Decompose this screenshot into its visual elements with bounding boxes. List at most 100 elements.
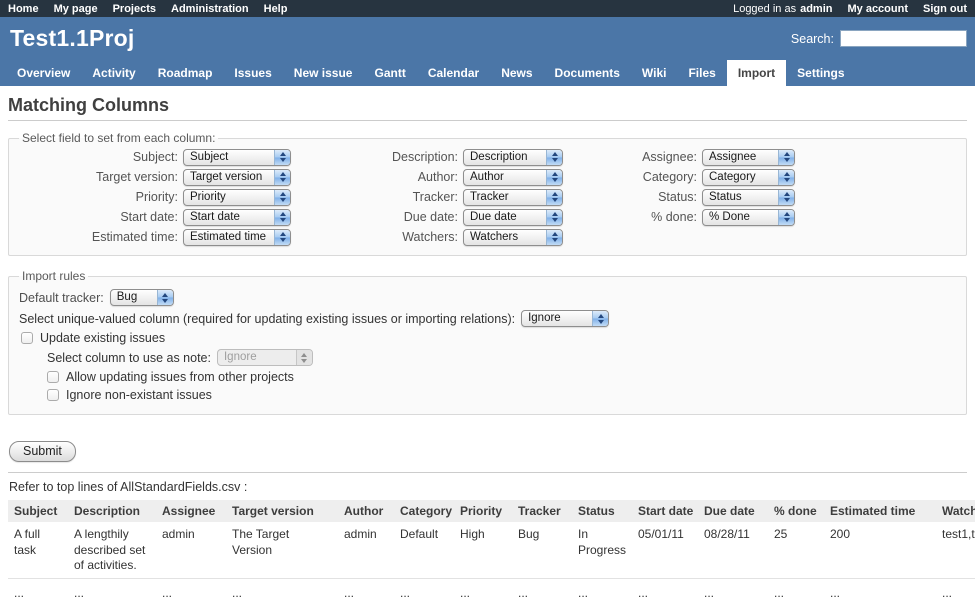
unique-column-select-value: Ignore — [522, 311, 592, 326]
default-tracker-label: Default tracker: — [19, 291, 104, 305]
import-rules-legend: Import rules — [19, 269, 88, 283]
status-select[interactable]: Status — [702, 189, 795, 206]
author-select[interactable]: Author — [463, 169, 563, 186]
tracker-select-value: Tracker — [464, 190, 546, 205]
field-subject: Subject: Subject — [19, 147, 291, 167]
select-stepper-icon — [778, 170, 794, 185]
field-target-version: Target version: Target version — [19, 167, 291, 187]
cell-tracker: Bug — [512, 522, 572, 578]
top-menu-projects[interactable]: Projects — [113, 3, 156, 15]
cell-ellipsis: ... — [824, 578, 936, 605]
assignee-select-value: Assignee — [703, 150, 778, 165]
tab-activity[interactable]: Activity — [81, 60, 146, 86]
refer-text: Refer to top lines of AllStandardFields.… — [9, 480, 967, 494]
field-category: Category: Category — [563, 167, 835, 187]
subject-select[interactable]: Subject — [183, 149, 291, 166]
select-stepper-icon — [778, 150, 794, 165]
watchers-select[interactable]: Watchers — [463, 229, 563, 246]
unique-column-select[interactable]: Ignore — [521, 310, 609, 327]
due-date-label: Due date: — [404, 210, 458, 224]
field-due-date: Due date: Due date — [291, 207, 563, 227]
tab-documents[interactable]: Documents — [544, 60, 631, 86]
tab-import[interactable]: Import — [727, 60, 786, 86]
watchers-label: Watchers: — [402, 230, 458, 244]
select-stepper-icon — [778, 210, 794, 225]
top-menu-my-page[interactable]: My page — [54, 3, 98, 15]
priority-label: Priority: — [136, 190, 178, 204]
category-select[interactable]: Category — [702, 169, 795, 186]
col-header-subject: Subject — [8, 500, 68, 522]
select-stepper-icon — [274, 230, 290, 245]
matching-column-1: Subject: Subject Target version: Target … — [19, 147, 291, 247]
cell-category: Default — [394, 522, 454, 578]
due-date-select[interactable]: Due date — [463, 209, 563, 226]
cell-ellipsis: ... — [338, 578, 394, 605]
matching-columns-legend: Select field to set from each column: — [19, 131, 218, 145]
cell-ellipsis: ... — [632, 578, 698, 605]
my-account-link[interactable]: My account — [847, 3, 908, 15]
select-stepper-icon — [546, 230, 562, 245]
top-menu-administration[interactable]: Administration — [171, 3, 249, 15]
field-priority: Priority: Priority — [19, 187, 291, 207]
due-date-select-value: Due date — [464, 210, 546, 225]
cell-priority: High — [454, 522, 512, 578]
section-divider — [8, 472, 967, 473]
tab-files[interactable]: Files — [677, 60, 726, 86]
sign-out-link[interactable]: Sign out — [923, 3, 967, 15]
tab-news[interactable]: News — [490, 60, 543, 86]
col-header-status: Status — [572, 500, 632, 522]
tab-overview[interactable]: Overview — [6, 60, 81, 86]
field-estimated-time: Estimated time: Estimated time — [19, 227, 291, 247]
tab-gantt[interactable]: Gantt — [363, 60, 416, 86]
field-description: Description: Description — [291, 147, 563, 167]
cell-description: A lengthily described set of activities. — [68, 522, 156, 578]
unique-column-label: Select unique-valued column (required fo… — [19, 312, 515, 326]
tab-settings[interactable]: Settings — [786, 60, 855, 86]
estimated-time-select[interactable]: Estimated time — [183, 229, 291, 246]
cell-ellipsis: ... — [156, 578, 226, 605]
default-tracker-select[interactable]: Bug — [110, 289, 174, 306]
tracker-select[interactable]: Tracker — [463, 189, 563, 206]
logged-in-as: Logged in as admin — [733, 3, 832, 15]
select-stepper-icon — [778, 190, 794, 205]
top-menu-help[interactable]: Help — [264, 3, 288, 15]
field-tracker: Tracker: Tracker — [291, 187, 563, 207]
top-menu-home[interactable]: Home — [8, 3, 39, 15]
tab-issues[interactable]: Issues — [223, 60, 282, 86]
logged-in-user-link[interactable]: admin — [800, 3, 832, 15]
search-input[interactable] — [840, 30, 967, 47]
assignee-select[interactable]: Assignee — [702, 149, 795, 166]
description-select-value: Description — [464, 150, 546, 165]
import-rules-fieldset: Import rules Default tracker: Bug Select… — [8, 269, 967, 415]
percent-done-select[interactable]: % Done — [702, 209, 795, 226]
update-existing-checkbox[interactable] — [21, 332, 33, 344]
tab-calendar[interactable]: Calendar — [417, 60, 490, 86]
cell-due-date: 08/28/11 — [698, 522, 768, 578]
priority-select[interactable]: Priority — [183, 189, 291, 206]
col-header-category: Category — [394, 500, 454, 522]
select-stepper-icon — [274, 150, 290, 165]
cell-watchers: test1,te — [936, 522, 975, 578]
search-area: Search: — [791, 30, 967, 47]
description-select[interactable]: Description — [463, 149, 563, 166]
ignore-nonexistant-row: Ignore non-existant issues — [19, 388, 956, 402]
top-menu-left: Home My page Projects Administration Hel… — [8, 3, 287, 15]
col-header-assignee: Assignee — [156, 500, 226, 522]
allow-other-projects-checkbox[interactable] — [47, 371, 59, 383]
submit-button[interactable]: Submit — [9, 441, 76, 462]
field-status: Status: Status — [563, 187, 835, 207]
start-date-select[interactable]: Start date — [183, 209, 291, 226]
subject-label: Subject: — [133, 150, 178, 164]
col-header-tracker: Tracker — [512, 500, 572, 522]
tab-wiki[interactable]: Wiki — [631, 60, 678, 86]
csv-preview-table: Subject Description Assignee Target vers… — [8, 500, 975, 605]
target-version-select[interactable]: Target version — [183, 169, 291, 186]
tab-roadmap[interactable]: Roadmap — [147, 60, 224, 86]
ignore-nonexistant-checkbox[interactable] — [47, 389, 59, 401]
tab-new-issue[interactable]: New issue — [283, 60, 364, 86]
percent-done-select-value: % Done — [703, 210, 778, 225]
cell-ellipsis: ... — [394, 578, 454, 605]
note-column-select: Ignore — [217, 349, 313, 366]
allow-other-projects-label: Allow updating issues from other project… — [66, 370, 294, 384]
start-date-select-value: Start date — [184, 210, 274, 225]
